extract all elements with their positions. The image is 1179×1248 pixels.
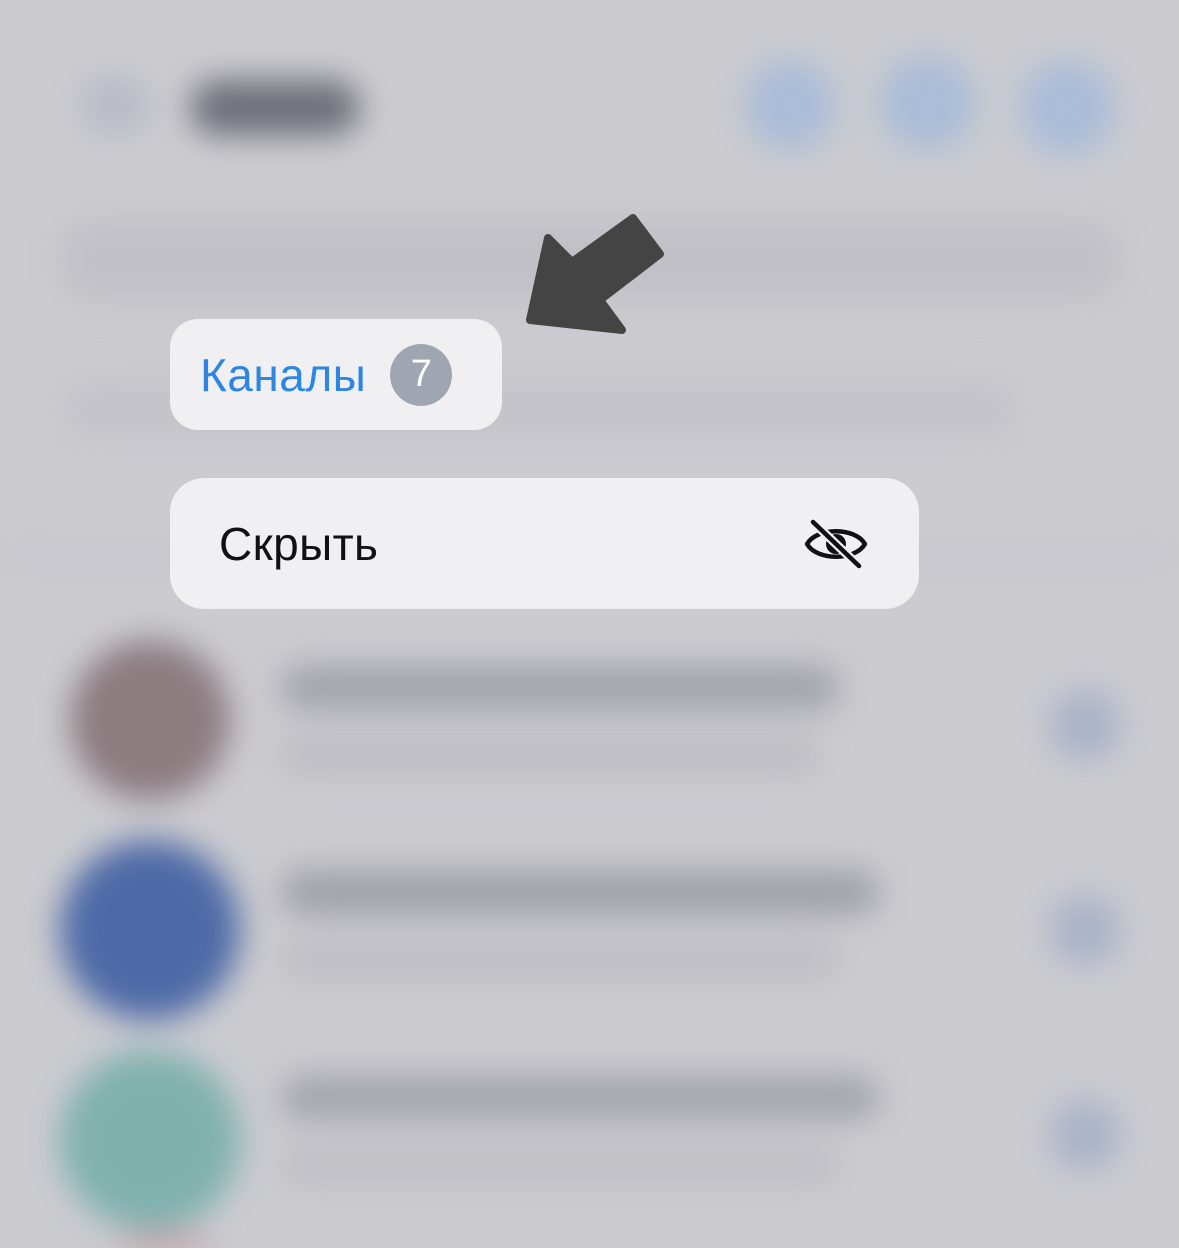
folder-tab-channels[interactable]: Каналы 7 (170, 319, 502, 430)
blurred-unread-badge (1050, 895, 1120, 965)
blurred-avatar (70, 640, 230, 800)
eye-slash-icon (803, 517, 869, 570)
arrow-down-left-icon (526, 214, 664, 334)
blurred-unread-badge (1050, 690, 1120, 760)
blurred-header-icon (745, 60, 835, 150)
blurred-avatar (100, 1235, 230, 1248)
blurred-header-icon (880, 55, 975, 150)
context-menu: Скрыть (170, 478, 919, 609)
blurred-unread-badge (1050, 1100, 1120, 1170)
blurred-title (190, 80, 360, 135)
blurred-chat-title (280, 665, 840, 710)
hide-menu-item[interactable]: Скрыть (170, 478, 919, 609)
blurred-avatar (60, 840, 240, 1020)
blurred-chat-preview (280, 1145, 840, 1185)
blurred-chat-preview (280, 735, 820, 775)
arrow-shape (526, 214, 664, 334)
blurred-chat-preview (280, 940, 840, 980)
blurred-avatar (60, 1050, 240, 1230)
blurred-back-button (80, 75, 150, 135)
blurred-chat-title (280, 870, 880, 915)
unread-count-badge: 7 (390, 343, 453, 406)
folder-tab-label: Каналы (200, 348, 367, 401)
blurred-header-icon (1020, 60, 1115, 155)
blurred-chat-title (280, 1075, 880, 1120)
hide-menu-item-label: Скрыть (219, 517, 379, 570)
blurred-background (0, 0, 1179, 1248)
